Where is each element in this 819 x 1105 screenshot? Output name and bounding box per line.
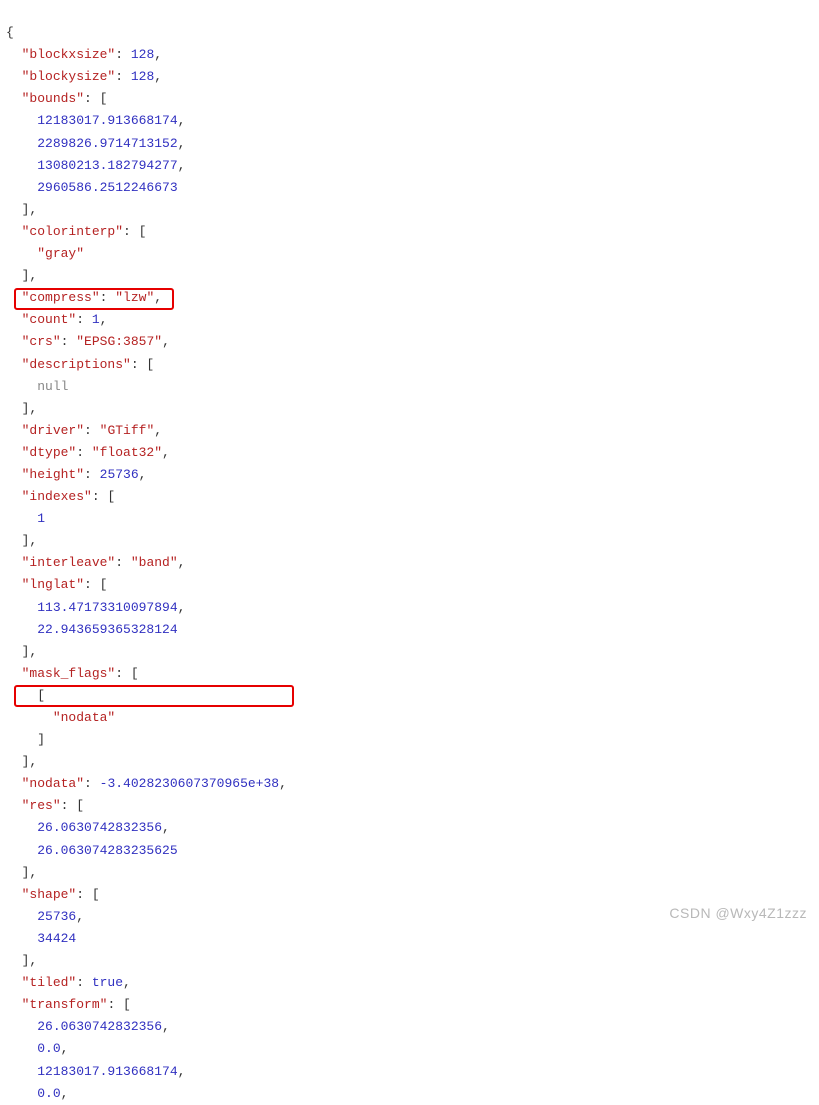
val-blockysize: 128 [131,69,154,84]
val-transform-3: 0.0 [37,1086,60,1101]
val-colorinterp-0: "gray" [37,246,84,261]
val-height: 25736 [100,467,139,482]
key-colorinterp: "colorinterp" [22,224,123,239]
key-blockxsize: "blockxsize" [22,47,116,62]
val-lnglat-1: 22.943659365328124 [37,622,177,637]
key-dtype: "dtype" [22,445,77,460]
val-interleave: "band" [131,555,178,570]
val-nodata: -3.4028230607370965e+38 [100,776,279,791]
val-driver: "GTiff" [100,423,155,438]
val-tiled: true [92,975,123,990]
key-crs: "crs" [22,334,61,349]
val-indexes-0: 1 [37,511,45,526]
val-bounds-1: 2289826.9714713152 [37,136,177,151]
val-bounds-2: 13080213.182794277 [37,158,177,173]
val-dtype: "float32" [92,445,162,460]
val-transform-0: 26.0630742832356 [37,1019,162,1034]
val-mask-flags-0: "nodata" [53,710,115,725]
val-bounds-3: 2960586.2512246673 [37,180,177,195]
key-nodata: "nodata" [22,776,84,791]
key-lnglat: "lnglat" [22,577,84,592]
val-res-0: 26.0630742832356 [37,820,162,835]
key-res: "res" [22,798,61,813]
val-bounds-0: 12183017.913668174 [37,113,177,128]
val-crs: "EPSG:3857" [76,334,162,349]
key-indexes: "indexes" [22,489,92,504]
key-mask-flags: "mask_flags" [22,666,116,681]
key-transform: "transform" [22,997,108,1012]
val-descriptions-0: null [37,379,68,394]
val-res-1: 26.063074283235625 [37,843,177,858]
val-shape-1: 34424 [37,931,76,946]
val-transform-2: 12183017.913668174 [37,1064,177,1079]
key-interleave: "interleave" [22,555,116,570]
json-code-block: { "blockxsize": 128, "blockysize": 128, … [0,0,819,1105]
val-lnglat-0: 113.47173310097894 [37,600,177,615]
highlight-crs [14,288,174,310]
key-descriptions: "descriptions" [22,357,131,372]
brace-open: { [6,25,14,40]
key-blockysize: "blockysize" [22,69,116,84]
val-count: 1 [92,312,100,327]
watermark-text: CSDN @Wxy4Z1zzz [669,902,807,926]
key-count: "count" [22,312,77,327]
key-driver: "driver" [22,423,84,438]
val-blockxsize: 128 [131,47,154,62]
key-bounds: "bounds" [22,91,84,106]
key-height: "height" [22,467,84,482]
key-tiled: "tiled" [22,975,77,990]
val-transform-1: 0.0 [37,1041,60,1056]
val-shape-0: 25736 [37,909,76,924]
key-shape: "shape" [22,887,77,902]
highlight-nodata [14,685,294,707]
